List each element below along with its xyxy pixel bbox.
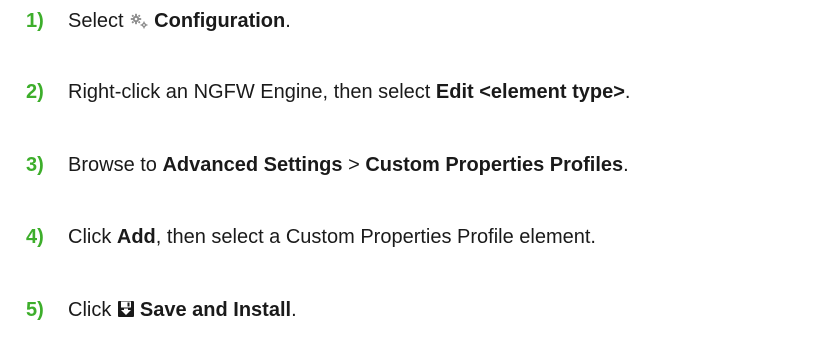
step-text: Right-click an NGFW Engine, then select … [68, 81, 631, 103]
step-number: 3) [26, 154, 44, 176]
step-number: 2) [26, 81, 44, 103]
save-install-icon [117, 300, 135, 324]
step-text: Click Add, then select a Custom Properti… [68, 226, 596, 248]
step-2: 2) Right-click an NGFW Engine, then sele… [26, 80, 630, 104]
step-number: 5) [26, 299, 44, 321]
step-1: 1) Select Configuration. [26, 9, 291, 35]
step-5: 5) Click Save and Install. [26, 298, 297, 324]
step-number: 4) [26, 226, 44, 248]
step-3: 3) Browse to Advanced Settings > Custom … [26, 153, 629, 177]
step-4: 4) Click Add, then select a Custom Prope… [26, 225, 596, 249]
step-text: Browse to Advanced Settings > Custom Pro… [68, 154, 629, 176]
step-text: Click Save and Install. [68, 298, 297, 324]
procedure-steps: 1) Select Configuration. 2) Right-click … [0, 0, 818, 339]
step-number: 1) [26, 10, 44, 32]
step-text: Select Configuration. [68, 9, 291, 35]
gears-icon [129, 11, 149, 35]
